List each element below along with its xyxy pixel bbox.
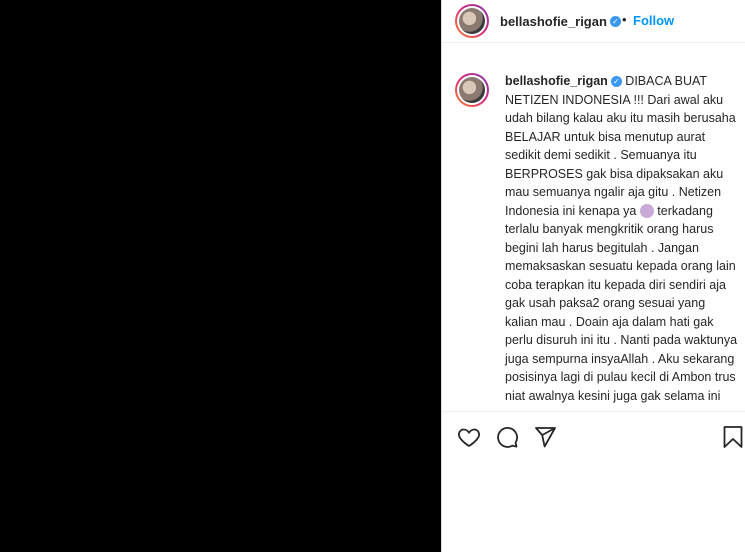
verified-badge-icon: ✓ bbox=[610, 76, 622, 88]
separator-dot: • bbox=[622, 12, 627, 27]
caption-body-continued: terkadang terlalu banyak mengkritik oran… bbox=[505, 203, 738, 403]
action-bar bbox=[442, 411, 745, 553]
avatar[interactable] bbox=[455, 4, 489, 38]
caption-section[interactable]: bellashofie_rigan ✓ DIBACA BUAT NETIZEN I… bbox=[442, 43, 745, 411]
caption-username-link[interactable]: bellashofie_rigan bbox=[505, 74, 608, 88]
caption-body: DIBACA BUAT NETIZEN INDONESIA !!! Dari a… bbox=[505, 74, 736, 218]
verified-badge-icon: ✓ bbox=[609, 16, 621, 28]
send-icon[interactable] bbox=[533, 425, 557, 449]
woman-shrugging-emoji-icon bbox=[639, 204, 654, 219]
heart-icon[interactable] bbox=[456, 425, 482, 449]
post-media[interactable] bbox=[0, 0, 441, 552]
username-link[interactable]: bellashofie_rigan bbox=[500, 14, 607, 29]
caption-text: bellashofie_rigan ✓ DIBACA BUAT NETIZEN I… bbox=[505, 72, 739, 405]
bookmark-icon[interactable] bbox=[722, 425, 744, 449]
comment-icon[interactable] bbox=[495, 425, 519, 449]
post-header: bellashofie_rigan ✓ • Follow bbox=[442, 0, 745, 43]
caption-avatar[interactable] bbox=[455, 73, 489, 107]
header-username-row: bellashofie_rigan ✓ bbox=[500, 13, 621, 31]
follow-button[interactable]: Follow bbox=[633, 13, 674, 28]
post-side-panel: bellashofie_rigan ✓ • Follow bellashofie_… bbox=[441, 0, 745, 552]
